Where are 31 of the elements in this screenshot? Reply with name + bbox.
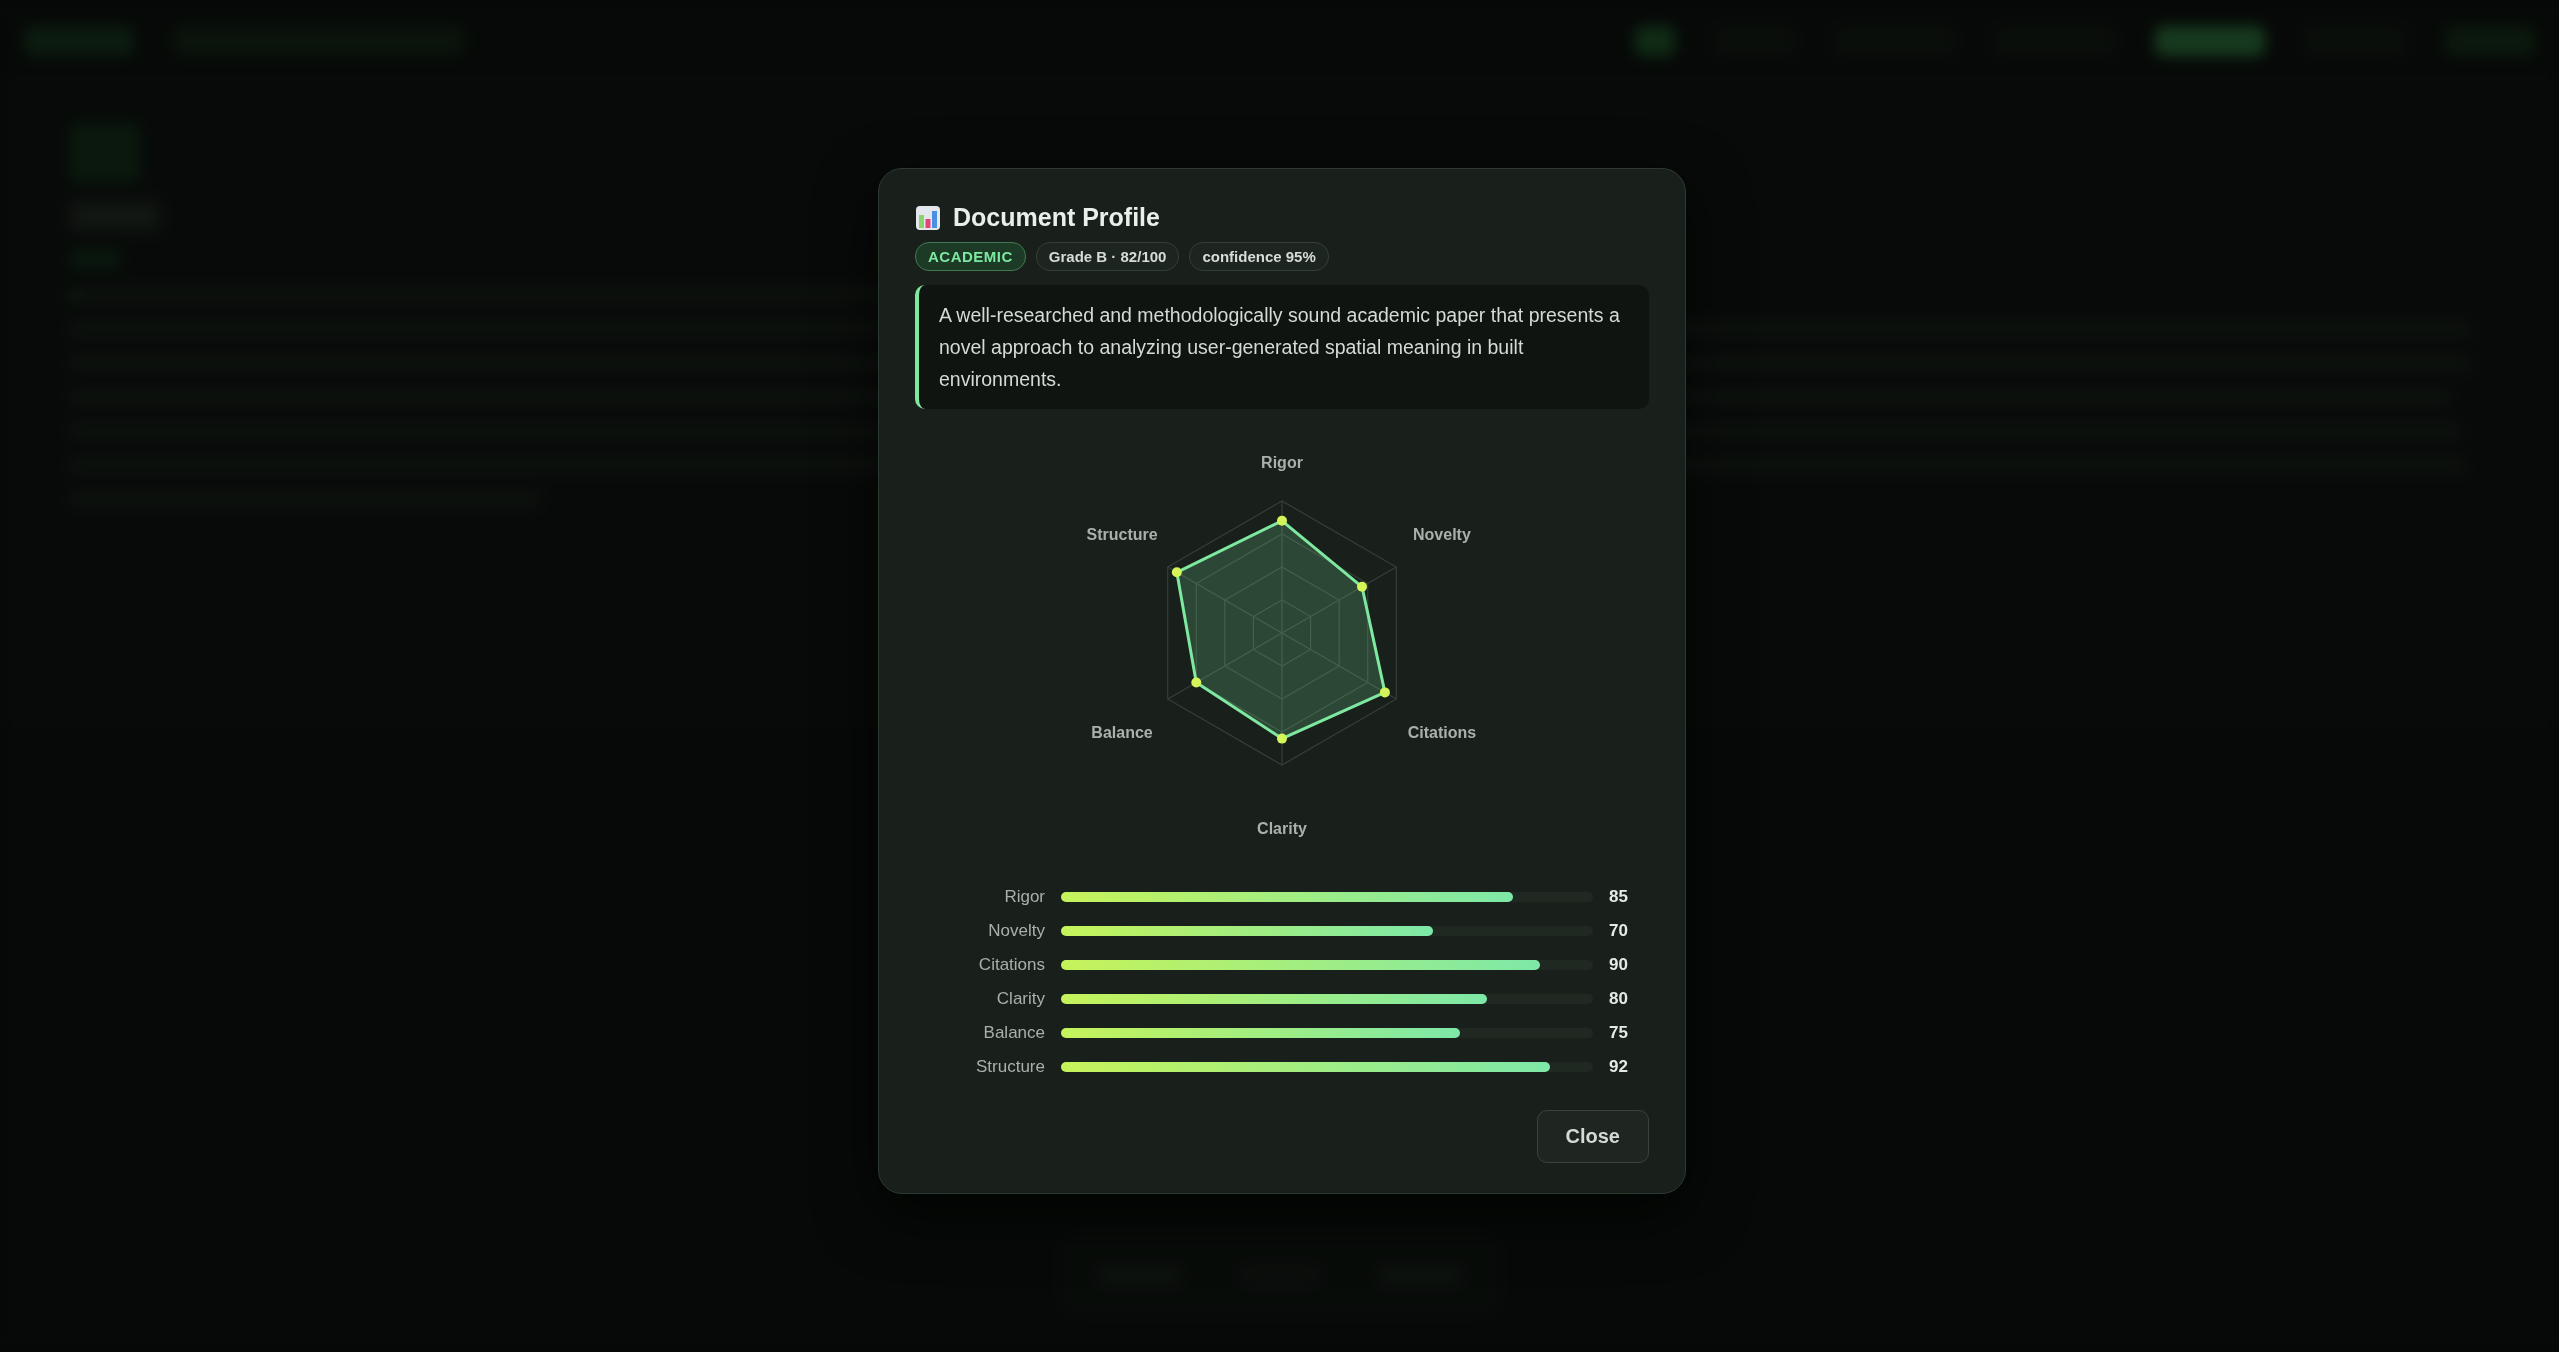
radar-point	[1277, 733, 1287, 744]
category-tag: ACADEMIC	[915, 242, 1026, 271]
score-label: Structure	[975, 1056, 1045, 1078]
axis-label: Novelty	[1413, 526, 1471, 544]
score-label: Rigor	[1003, 886, 1045, 908]
dialog-title: Document Profile	[953, 203, 1160, 232]
score-value: 92	[1609, 1057, 1629, 1077]
radar-point	[1171, 567, 1182, 578]
score-label: Citations	[977, 954, 1045, 976]
axis-label: Citations	[1407, 723, 1477, 741]
axis-label: Rigor	[1261, 454, 1303, 471]
score-value: 75	[1609, 1023, 1629, 1043]
score-value: 85	[1609, 887, 1629, 907]
score-label: Balance	[982, 1022, 1045, 1044]
radar-point	[1277, 515, 1287, 526]
close-button[interactable]: Close	[1536, 1110, 1649, 1163]
score-value: 70	[1609, 921, 1629, 941]
radar-point	[1191, 677, 1202, 688]
info-tag: Grade B · 82/100	[1035, 242, 1180, 271]
score-value: 90	[1609, 955, 1629, 975]
axis-label: Structure	[1086, 526, 1158, 544]
summary-text: A well-researched and methodologically sound academic paper that presents a novel approach to analyzing user-generated spatial meaning in built environments.	[915, 285, 1649, 409]
score-value: 80	[1609, 989, 1629, 1009]
score-label: Clarity	[995, 988, 1045, 1010]
bar-chart-icon	[915, 204, 941, 231]
radar-point	[1379, 687, 1390, 698]
radar-point	[1357, 581, 1367, 592]
axis-label: Clarity	[1257, 820, 1307, 837]
axis-label: Balance	[1091, 723, 1153, 741]
info-tag: confidence 95%	[1189, 242, 1329, 271]
score-label: Novelty	[987, 920, 1045, 942]
